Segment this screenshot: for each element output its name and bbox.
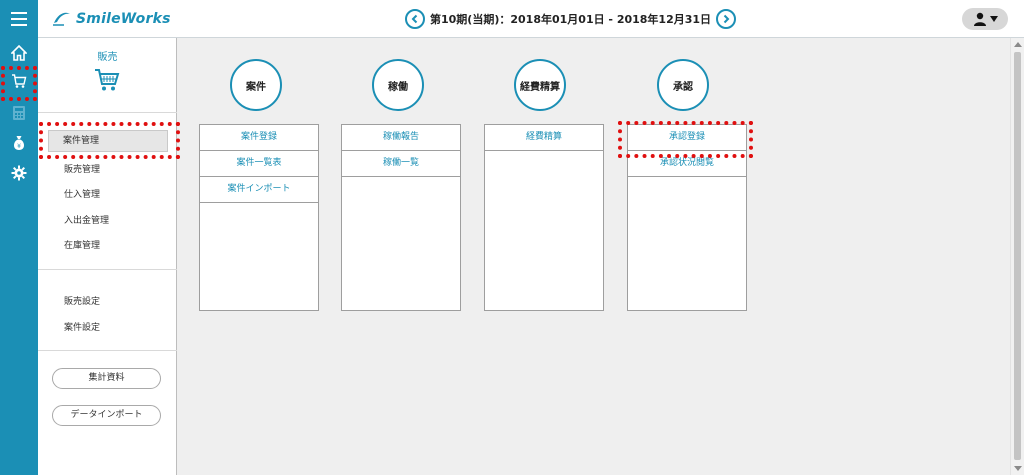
highlight-box-approval-register (618, 121, 753, 158)
link-project-register[interactable]: 案件登録 (200, 125, 318, 151)
rail-home[interactable] (0, 38, 38, 68)
main-content: 案件 案件登録 案件一覧表 案件インポート 稼働 稼働報告 稼働一覧 経費精算 … (177, 38, 1010, 475)
column-header-expense: 経費精算 (514, 59, 566, 111)
rail-settings[interactable] (0, 158, 38, 188)
home-icon (11, 45, 27, 61)
link-operation-list[interactable]: 稼働一覧 (342, 151, 460, 177)
link-expense-settlement[interactable]: 経費精算 (485, 125, 603, 151)
previous-period-button[interactable] (405, 9, 425, 29)
logo-text: SmileWorks (76, 11, 171, 27)
menu-box-expense: 経費精算 (484, 124, 604, 311)
menu-box-project: 案件登録 案件一覧表 案件インポート (199, 124, 319, 311)
rail-accounting[interactable] (0, 98, 38, 128)
period-selector: 第10期(当期)：2018年01月01日 - 2018年12月31日 (405, 9, 737, 29)
link-operation-report[interactable]: 稼働報告 (342, 125, 460, 151)
column-header-operation: 稼働 (372, 59, 424, 111)
sales-sidebar: 販売 案件管理 販売管理 仕入管理 入出金管理 在庫管理 販売設定 案件設定 集… (38, 38, 177, 475)
vertical-scrollbar[interactable] (1010, 38, 1024, 475)
top-bar: SmileWorks 第10期(当期)：2018年01月01日 - 2018年1… (0, 0, 1024, 38)
sidebar-divider (38, 269, 177, 270)
fiscal-period-label: 第10期(当期)：2018年01月01日 - 2018年12月31日 (430, 13, 712, 26)
section-title: 販売 (97, 52, 118, 63)
chevron-left-icon (411, 14, 418, 24)
money-bag-icon: ¥ (14, 136, 24, 150)
sidebar-item-sales-management[interactable]: 販売管理 (64, 162, 100, 175)
user-menu-button[interactable] (962, 8, 1008, 30)
rail-finance[interactable]: ¥ (0, 128, 38, 158)
column-header-project: 案件 (230, 59, 282, 111)
scroll-up-arrow-icon[interactable] (1014, 42, 1022, 47)
calculator-icon (13, 106, 25, 120)
sidebar-divider (38, 350, 177, 351)
svg-text:¥: ¥ (17, 143, 21, 150)
caret-down-icon (989, 16, 998, 22)
sidebar-item-purchase-management[interactable]: 仕入管理 (64, 187, 100, 200)
data-import-button[interactable]: データインポート (52, 405, 161, 426)
logo-swoosh-icon (53, 12, 70, 26)
menu-box-operation: 稼働報告 稼働一覧 (341, 124, 461, 311)
gear-icon (11, 165, 27, 181)
scrollbar-thumb[interactable] (1014, 52, 1021, 460)
menu-toggle-button[interactable] (0, 0, 38, 38)
highlight-box-project-management (39, 122, 180, 159)
highlight-box-cart (1, 66, 37, 101)
summary-report-button[interactable]: 集計資料 (52, 368, 161, 389)
sidebar-item-sales-settings[interactable]: 販売設定 (64, 294, 100, 307)
next-period-button[interactable] (716, 9, 737, 29)
chevron-right-icon (723, 14, 730, 24)
sales-cart-icon (95, 69, 120, 91)
sidebar-item-inventory-management[interactable]: 在庫管理 (64, 238, 100, 251)
icon-rail: ¥ (0, 38, 38, 475)
link-project-list[interactable]: 案件一覧表 (200, 151, 318, 177)
user-icon (973, 12, 986, 26)
sidebar-divider (38, 112, 177, 113)
sidebar-item-project-settings[interactable]: 案件設定 (64, 320, 100, 333)
hamburger-icon (11, 12, 27, 26)
sidebar-item-payment-management[interactable]: 入出金管理 (64, 213, 109, 226)
scroll-down-arrow-icon[interactable] (1014, 466, 1022, 471)
column-header-approval: 承認 (657, 59, 709, 111)
link-project-import[interactable]: 案件インポート (200, 177, 318, 203)
app-logo[interactable]: SmileWorks (52, 8, 171, 30)
